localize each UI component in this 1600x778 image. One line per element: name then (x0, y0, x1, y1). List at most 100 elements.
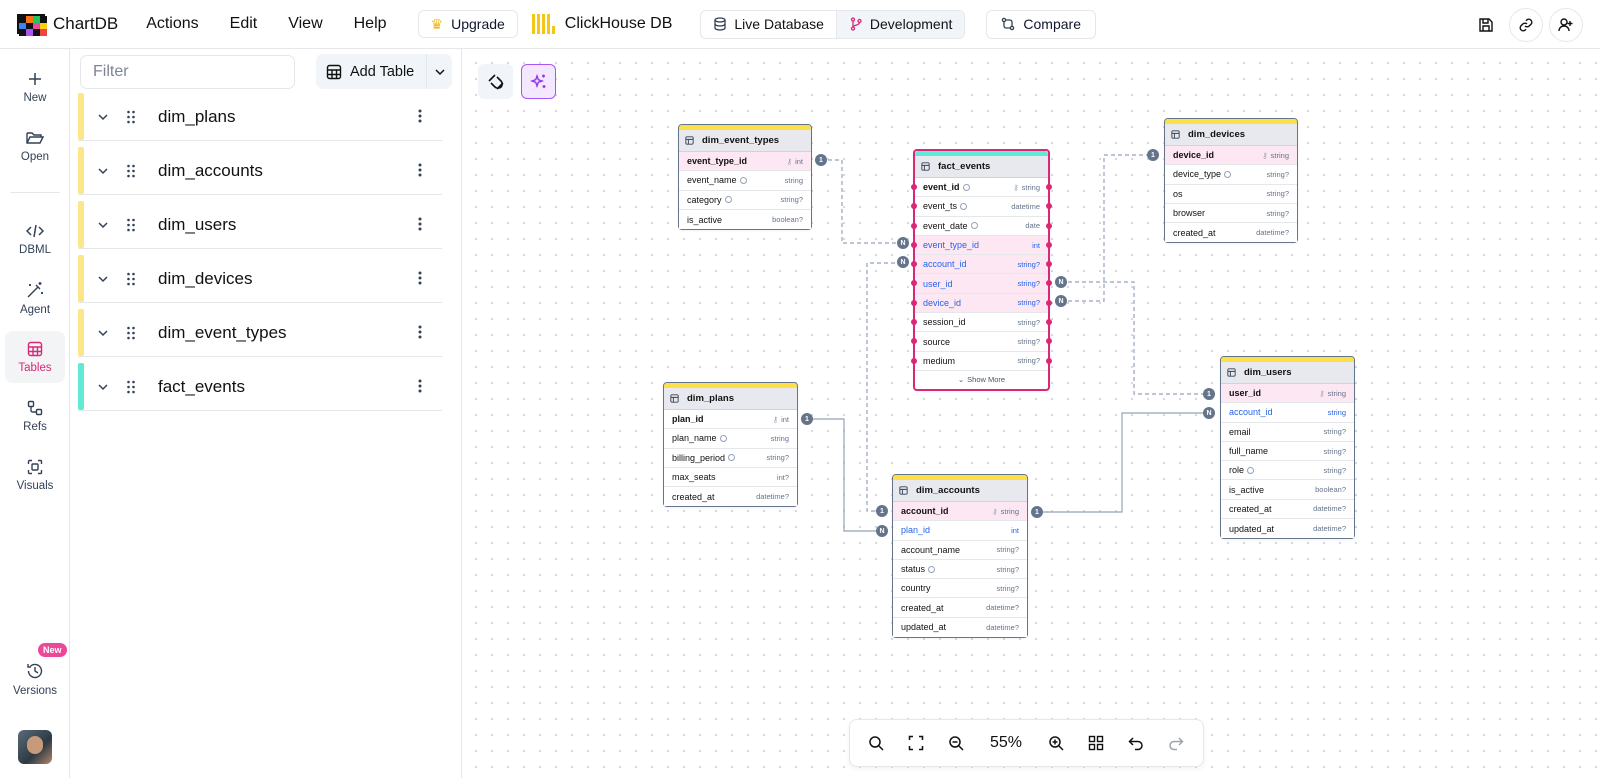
field-row[interactable]: event_date date (911, 216, 1052, 236)
drag-handle-icon[interactable] (126, 164, 136, 178)
field-row[interactable]: event_type_id int (911, 235, 1052, 256)
edge-fact-user[interactable] (1061, 281, 1208, 395)
compare-button[interactable]: Compare (986, 9, 1096, 39)
more-vertical-icon[interactable] (418, 217, 422, 231)
fit-view-button[interactable] (896, 725, 936, 761)
rail-new[interactable]: New (5, 61, 65, 113)
field-row[interactable]: created_at datetime? (664, 487, 797, 507)
more-vertical-icon[interactable] (418, 163, 422, 177)
edge-fact-device[interactable] (1061, 154, 1151, 302)
rail-visuals[interactable]: Visuals (5, 449, 65, 501)
rail-versions[interactable]: Versions (5, 653, 65, 705)
field-row[interactable]: created_at datetime? (1221, 499, 1354, 520)
app-logo[interactable]: ChartDB (17, 14, 118, 36)
connection-handle[interactable] (1046, 357, 1052, 364)
edge-account-user[interactable] (1038, 412, 1208, 513)
field-row[interactable]: country string? (893, 579, 1027, 599)
connection-handle[interactable] (911, 319, 917, 326)
field-row[interactable]: user_id ⚷ string (1221, 384, 1354, 404)
list-item[interactable]: dim_users (78, 201, 442, 249)
more-vertical-icon[interactable] (418, 325, 422, 339)
chevron-down-icon[interactable] (97, 273, 109, 285)
rail-agent[interactable]: Agent (5, 272, 65, 324)
connection-handle[interactable] (1046, 241, 1052, 248)
chevron-down-icon[interactable] (97, 327, 109, 339)
share-link-button[interactable] (1509, 8, 1543, 42)
field-row[interactable]: os string? (1165, 184, 1297, 204)
list-item[interactable]: dim_devices (78, 255, 442, 303)
table-node-fact-events[interactable]: fact_events event_id ⚷ string event_ts date… (911, 149, 1052, 391)
connection-handle[interactable] (911, 241, 917, 248)
field-row[interactable]: created_at datetime? (1165, 223, 1297, 243)
field-row[interactable]: user_id string? (911, 274, 1052, 294)
table-node-dim-devices[interactable]: dim_devices device_id ⚷ string device_type… (1164, 118, 1298, 244)
field-row[interactable]: source string? (911, 332, 1052, 352)
field-row[interactable]: created_at datetime? (893, 598, 1027, 618)
drag-handle-icon[interactable] (126, 326, 136, 340)
add-table-button[interactable]: Add Table (316, 54, 426, 89)
table-node-dim-accounts[interactable]: dim_accounts account_id ⚷ string plan_id in… (892, 474, 1028, 639)
edge-event-type[interactable] (821, 159, 902, 244)
undo-button[interactable] (1116, 725, 1156, 761)
connection-handle[interactable] (1046, 184, 1052, 190)
field-row[interactable]: billing_period string? (664, 448, 797, 468)
field-row[interactable]: is_active boolean? (1221, 480, 1354, 500)
database-selector[interactable]: ClickHouse DB (531, 14, 672, 34)
field-row[interactable]: session_id string? (911, 313, 1052, 333)
add-table-dropdown[interactable] (426, 54, 452, 89)
menu-edit[interactable]: Edit (230, 15, 258, 33)
field-row[interactable]: updated_at datetime? (893, 617, 1027, 638)
rail-open[interactable]: Open (5, 120, 65, 172)
chevron-down-icon[interactable] (97, 165, 109, 177)
tab-development[interactable]: Development (835, 10, 965, 38)
field-row[interactable]: plan_name string (664, 429, 797, 449)
connection-handle[interactable] (911, 184, 917, 190)
field-row[interactable]: device_type string? (1165, 165, 1297, 185)
field-row[interactable]: account_id string? (911, 255, 1052, 275)
connection-handle[interactable] (911, 203, 917, 210)
tab-live-database[interactable]: Live Database (701, 11, 836, 38)
field-row[interactable]: full_name string? (1221, 441, 1354, 462)
more-vertical-icon[interactable] (418, 379, 422, 393)
redo-button[interactable] (1156, 725, 1196, 761)
drag-handle-icon[interactable] (126, 218, 136, 232)
filter-input[interactable] (80, 55, 295, 89)
connection-handle[interactable] (911, 280, 917, 287)
field-row[interactable]: event_name string (679, 171, 811, 191)
connection-handle[interactable] (911, 357, 917, 364)
arrange-button[interactable] (1076, 725, 1116, 761)
show-more-button[interactable]: ⌄ Show More (915, 371, 1048, 389)
zoom-level[interactable]: 55% (976, 734, 1036, 752)
field-row[interactable]: browser string? (1165, 203, 1297, 224)
connection-handle[interactable] (1046, 222, 1052, 229)
drag-handle-icon[interactable] (126, 272, 136, 286)
field-row[interactable]: event_type_id ⚷ int (679, 152, 811, 172)
rail-refs[interactable]: Refs (5, 390, 65, 442)
menu-view[interactable]: View (288, 15, 322, 33)
field-row[interactable]: max_seats int? (664, 467, 797, 488)
list-item[interactable]: dim_plans (78, 93, 442, 141)
field-row[interactable]: role string? (1221, 461, 1354, 481)
chevron-down-icon[interactable] (97, 381, 109, 393)
list-item[interactable]: dim_accounts (78, 147, 442, 195)
field-row[interactable]: device_id ⚷ string (1165, 146, 1297, 166)
field-row[interactable]: device_id string? (911, 293, 1052, 314)
connection-handle[interactable] (911, 338, 917, 345)
field-row[interactable]: event_ts datetime (911, 197, 1052, 217)
more-vertical-icon[interactable] (418, 271, 422, 285)
table-node-dim-event-types[interactable]: dim_event_types event_type_id ⚷ int event_… (678, 124, 812, 231)
save-button[interactable] (1469, 8, 1503, 42)
connection-handle[interactable] (911, 299, 917, 306)
field-row[interactable]: account_name string? (893, 540, 1027, 560)
zoom-out-button[interactable] (936, 725, 976, 761)
rail-tables[interactable]: Tables (5, 331, 65, 383)
zoom-in-button[interactable] (1036, 725, 1076, 761)
list-item[interactable]: dim_event_types (78, 309, 442, 357)
field-row[interactable]: medium string? (911, 351, 1052, 371)
field-row[interactable]: plan_id ⚷ int (664, 410, 797, 430)
drag-handle-icon[interactable] (126, 110, 136, 124)
upgrade-button[interactable]: ♛ Upgrade (417, 10, 518, 38)
list-item[interactable]: fact_events (78, 363, 442, 411)
edge-plan-account[interactable] (808, 418, 880, 532)
chevron-down-icon[interactable] (97, 111, 109, 123)
